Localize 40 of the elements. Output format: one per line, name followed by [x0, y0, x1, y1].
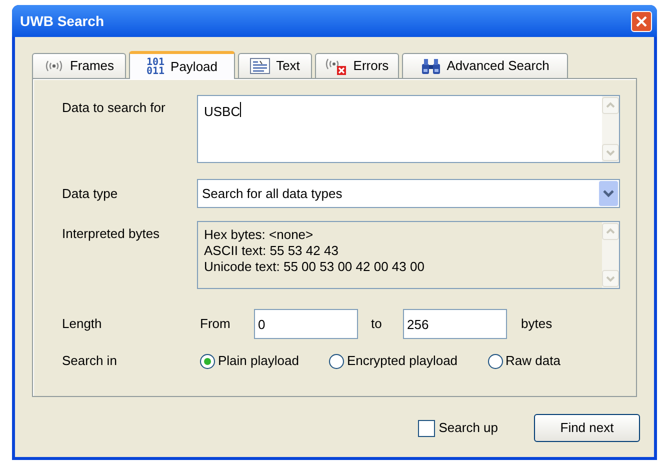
text-document-icon: [250, 58, 270, 74]
search-up-checkbox[interactable]: [418, 420, 435, 436]
radio-button[interactable]: [328, 354, 344, 368]
tab[interactable]: Text: [238, 53, 312, 78]
radio-label: Encrypted playload: [346, 352, 458, 370]
field-value: USBC: [204, 103, 240, 121]
search-data-field[interactable]: USBC: [197, 95, 620, 163]
data-type-dropdown[interactable]: Search for all data types: [197, 179, 620, 208]
tab[interactable]: Frames: [32, 53, 126, 78]
text-cursor: [240, 102, 242, 117]
field-label: Length: [62, 315, 103, 334]
binary-digits-icon: 101 011: [146, 58, 165, 76]
field-label: Search in: [62, 352, 118, 370]
close-icon: [636, 16, 647, 26]
radio-label: Raw data: [506, 352, 560, 370]
from-label: From: [200, 315, 232, 334]
tab[interactable]: Advanced Search: [402, 53, 568, 78]
window-title: UWB Search: [19, 12, 104, 30]
to-input[interactable]: 256: [403, 309, 507, 339]
close-button[interactable]: [631, 10, 652, 32]
signal-waves-icon: [44, 59, 64, 73]
unit-label: bytes: [521, 315, 552, 334]
field-label: Interpreted bytes: [62, 225, 161, 243]
radio-button[interactable]: [488, 354, 503, 368]
to-label: to: [371, 315, 383, 334]
tab[interactable]: Errors: [315, 53, 399, 78]
find-next-button[interactable]: Find next: [534, 414, 640, 442]
signal-error-icon: [325, 58, 348, 74]
field-label: Data type: [62, 184, 119, 203]
radio-label: Plain playload: [218, 352, 299, 370]
binoculars-icon: [420, 58, 441, 74]
interpreted-line: Unicode text: 55 00 53 00 42 00 43 00: [204, 259, 426, 275]
interpreted-line: Hex bytes: <none>: [204, 227, 314, 243]
from-input[interactable]: 0: [254, 309, 358, 339]
scroll-up-icon: [602, 97, 619, 114]
scroll-down-icon: [602, 144, 619, 161]
radio-button[interactable]: [200, 354, 215, 368]
checkbox-label: Search up: [438, 419, 498, 438]
field-label: Data to search for: [62, 99, 166, 117]
interpreted-line: ASCII text: 55 53 42 43: [204, 243, 340, 259]
